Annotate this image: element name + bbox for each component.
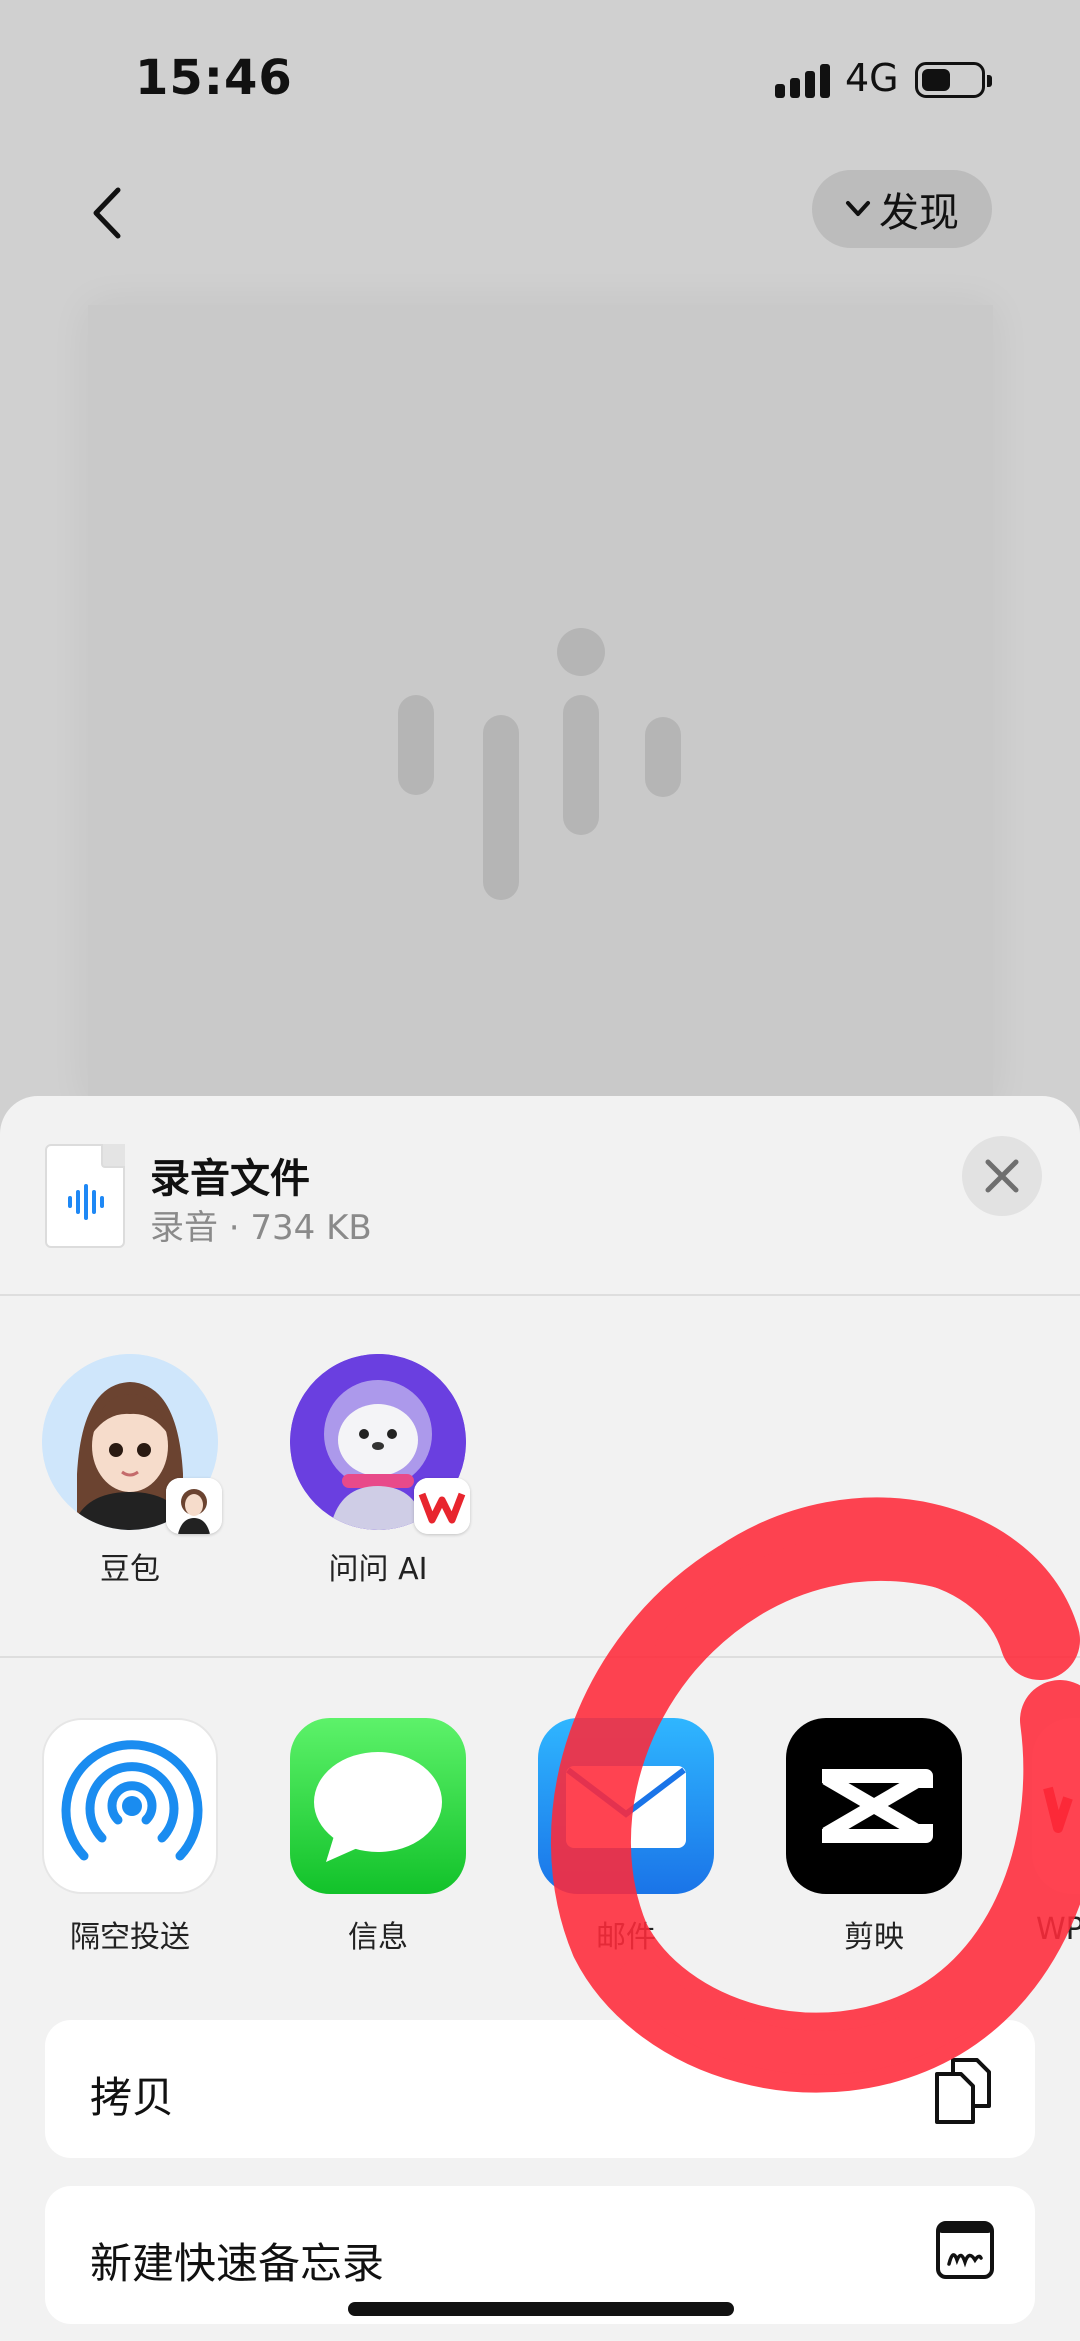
divider bbox=[0, 1294, 1080, 1296]
divider bbox=[0, 1656, 1080, 1658]
contact-doubao[interactable]: 豆包 bbox=[40, 1354, 222, 1588]
app-name: 信息 bbox=[348, 1920, 408, 1955]
app-name: 剪映 bbox=[844, 1920, 904, 1955]
messages-icon bbox=[290, 1718, 466, 1894]
app-capcut[interactable]: 剪映 bbox=[784, 1718, 964, 1956]
app-name: 邮件 bbox=[596, 1920, 656, 1955]
audio-file-icon bbox=[45, 1144, 125, 1248]
wps-app-badge bbox=[414, 1478, 470, 1534]
status-time: 15:46 bbox=[135, 50, 293, 106]
capcut-icon bbox=[786, 1718, 962, 1894]
app-mail[interactable]: 邮件 bbox=[536, 1718, 716, 1956]
action-label: 拷贝 bbox=[90, 2073, 175, 2122]
copy-icon bbox=[935, 2058, 991, 2124]
doubao-app-badge bbox=[166, 1478, 222, 1534]
file-header: 录音文件 录音 · 734 KB bbox=[0, 1096, 1080, 1294]
chevron-down-icon bbox=[846, 201, 870, 216]
contact-wenwen-ai[interactable]: 问问 AI bbox=[288, 1354, 470, 1588]
action-label: 新建快速备忘录 bbox=[90, 2239, 385, 2288]
discover-label: 发现 bbox=[879, 190, 959, 236]
app-airdrop[interactable]: 隔空投送 bbox=[40, 1718, 220, 1956]
close-button[interactable] bbox=[962, 1136, 1042, 1216]
battery-icon bbox=[915, 62, 992, 98]
network-type: 4G bbox=[845, 56, 899, 100]
file-title: 录音文件 bbox=[150, 1156, 310, 1202]
signal-icon bbox=[775, 62, 833, 98]
share-screen: 15:46 4G 发现 录音文件 录音 · 734 KB 豆包 问问 AI 隔空… bbox=[0, 0, 1080, 2341]
status-bar: 15:46 4G bbox=[0, 0, 1080, 160]
voice-wave-icon bbox=[398, 628, 681, 900]
back-button[interactable] bbox=[78, 178, 148, 248]
avatar bbox=[290, 1354, 470, 1534]
airdrop-icon bbox=[42, 1718, 218, 1894]
share-sheet: 录音文件 录音 · 734 KB 豆包 问问 AI 隔空投送 信息 邮件 剪映 … bbox=[0, 1096, 1080, 2341]
chevron-left-icon bbox=[93, 187, 121, 239]
contact-name: 豆包 bbox=[100, 1552, 160, 1587]
wps-icon bbox=[1032, 1718, 1080, 1894]
app-name: 隔空投送 bbox=[70, 1920, 190, 1955]
close-icon bbox=[985, 1159, 1019, 1193]
discover-button[interactable]: 发现 bbox=[812, 170, 992, 248]
home-indicator bbox=[348, 2302, 734, 2316]
quick-note-icon bbox=[936, 2221, 994, 2279]
file-subtitle: 录音 · 734 KB bbox=[150, 1208, 372, 1248]
app-messages[interactable]: 信息 bbox=[288, 1718, 468, 1956]
avatar bbox=[42, 1354, 222, 1534]
contact-name: 问问 AI bbox=[328, 1552, 428, 1587]
app-name: WPS bbox=[1036, 1912, 1080, 1947]
app-wps[interactable]: WPS bbox=[1032, 1718, 1080, 1947]
copy-action[interactable]: 拷贝 bbox=[45, 2020, 1035, 2158]
mail-icon bbox=[538, 1718, 714, 1894]
